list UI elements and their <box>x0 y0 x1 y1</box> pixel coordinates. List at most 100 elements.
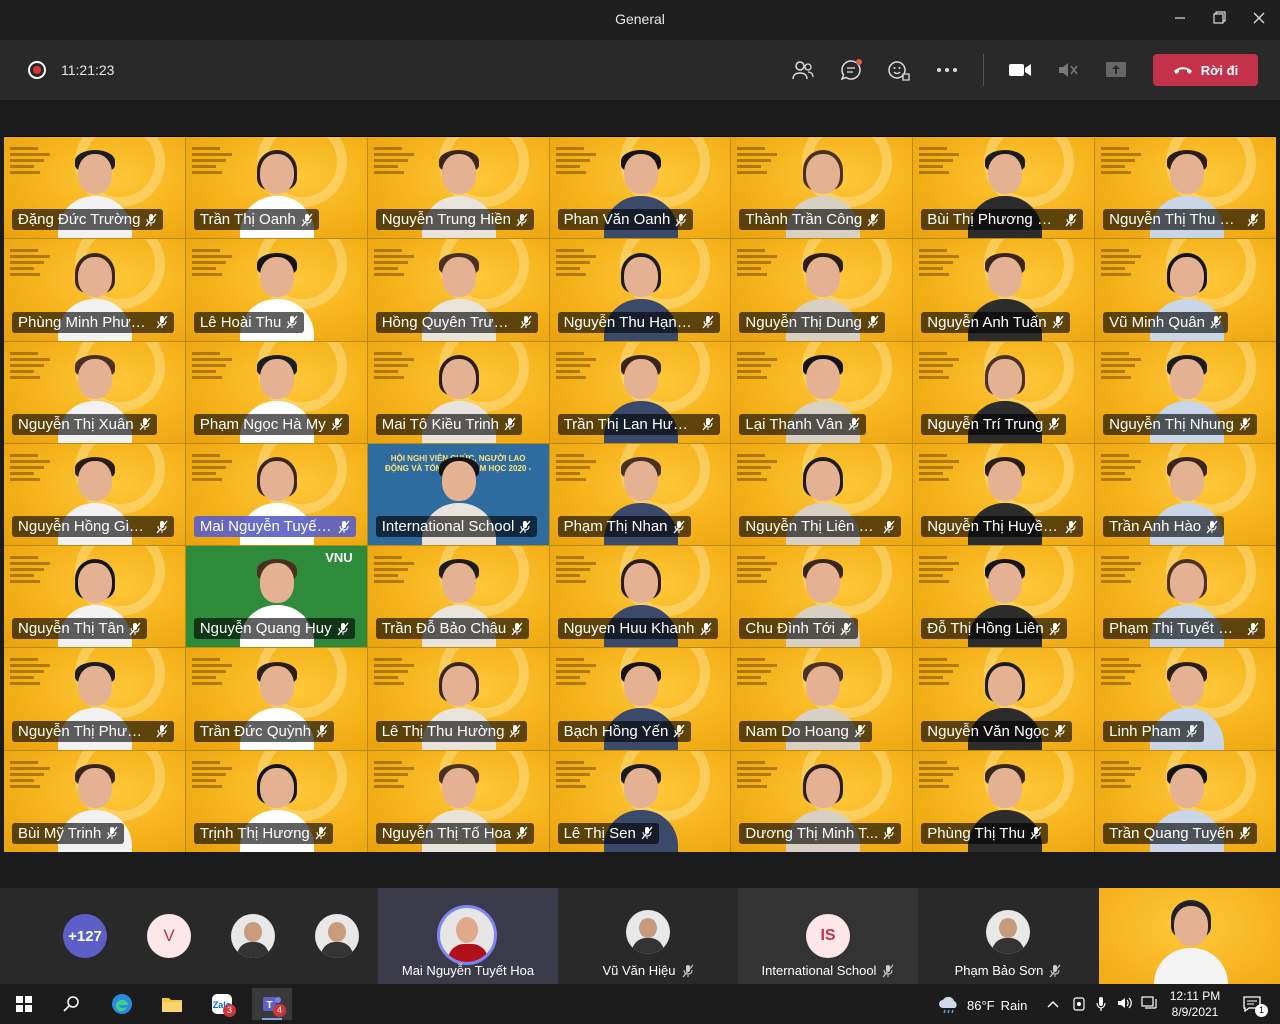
video-tile[interactable]: Phạm Ngọc Hà My <box>185 341 367 443</box>
microphone-tray-button[interactable] <box>1096 996 1106 1015</box>
leave-button[interactable]: Rời đi <box>1153 54 1258 86</box>
video-tile[interactable]: Nguyễn Thu Hạnh ... <box>549 239 731 341</box>
conference-banner-graphic <box>555 147 596 187</box>
video-tile[interactable]: Trần Anh Hào <box>1095 443 1276 546</box>
folder-icon <box>162 998 182 1012</box>
show-hidden-icons-button[interactable] <box>1047 996 1059 1011</box>
taskbar-clock[interactable]: 12:11 PM 8/9/2021 <box>1165 988 1225 1020</box>
video-tile[interactable]: Linh Pham <box>1095 648 1276 750</box>
conference-banner-graphic <box>737 453 778 494</box>
video-tile[interactable]: Bùi Mỹ Trinh <box>4 750 185 852</box>
video-tile[interactable]: Nguyễn Văn Ngọc <box>913 648 1095 750</box>
video-tile[interactable]: Nam Do Hoang <box>731 648 913 750</box>
video-tile[interactable]: Trần Đức Quỳnh <box>185 648 367 750</box>
video-tile[interactable]: Nguyễn Hồng Giang <box>4 443 185 546</box>
self-view-video[interactable] <box>1099 888 1280 984</box>
file-explorer-taskbar-button[interactable] <box>152 988 192 1020</box>
start-button[interactable] <box>4 988 44 1020</box>
video-tile[interactable]: Đặng Đức Trường <box>4 137 185 239</box>
video-tile[interactable]: Mai Tô Kiều Trinh <box>367 341 549 443</box>
mic-off-icon <box>848 417 860 431</box>
camera-button[interactable] <box>1005 55 1035 85</box>
video-grid: Đặng Đức Trường Trần Thị Oanh Nguyễn Trung… <box>4 137 1276 852</box>
avatar-participant-photo[interactable] <box>231 914 275 958</box>
video-tile[interactable]: Trịnh Thị Hương <box>185 750 367 852</box>
video-tile[interactable]: Bạch Hồng Yến <box>549 648 731 750</box>
participant-name-label: Lê Hoài Thu <box>193 311 305 333</box>
avatar-v[interactable]: V <box>147 914 191 958</box>
video-tile[interactable]: Nguyễn Thị Phượng <box>4 648 185 750</box>
video-tile[interactable]: Nguyễn Trí Trung <box>913 341 1095 443</box>
video-tile[interactable]: Nguyễn Thị Tố Hoa <box>367 750 549 852</box>
video-tile[interactable]: Hồng Quyên Trương <box>367 239 549 341</box>
video-tile[interactable]: Phùng Thị Thu <box>913 750 1095 852</box>
participant-name-label: Nguyễn Thị Dung <box>739 311 885 333</box>
video-tile[interactable]: Chu Đình Tới <box>731 546 913 648</box>
mic-off-icon <box>1049 964 1061 977</box>
video-tile[interactable]: Trần Quang Tuyến <box>1095 750 1276 852</box>
video-tile[interactable]: Lê Hoài Thu <box>185 239 367 341</box>
video-tile[interactable]: Nguyễn Trung Hiền <box>367 137 549 239</box>
active-speaker-card[interactable]: Mai Nguyễn Tuyết Hoa <box>378 888 558 984</box>
device-tray-button[interactable] <box>1072 996 1086 1015</box>
overflow-participants-button[interactable]: +127 <box>63 914 107 958</box>
participant-name: Nam Do Hoang <box>745 722 849 740</box>
video-tile[interactable]: Nguyễn Thị Tân <box>4 546 185 648</box>
video-tile[interactable]: VNU Nguyễn Quang Huy <box>185 546 367 648</box>
video-tile[interactable]: Lê Thị Thu Hường <box>367 648 549 750</box>
more-actions-button[interactable] <box>932 55 962 85</box>
video-tile[interactable]: Phạm Thị Nhan <box>549 443 731 546</box>
mic-off-icon <box>139 417 151 431</box>
video-tile[interactable]: Đỗ Thị Hồng Liên <box>913 546 1095 648</box>
video-tile[interactable]: Nguyễn Thị Thu H... <box>1095 137 1276 239</box>
participant-name: Mai Tô Kiều Trinh <box>381 415 499 433</box>
video-tile[interactable]: Nguyen Huu Khanh <box>549 546 731 648</box>
edge-taskbar-button[interactable] <box>102 988 142 1020</box>
participant-card-3[interactable]: IS International School <box>738 888 918 984</box>
video-tile[interactable]: Thành Trần Công <box>731 137 913 239</box>
video-tile[interactable]: HỘI NGHỊ VIÊN CHỨC, NGƯỜI LAO ĐỘNG VÀ TỔ… <box>367 443 549 546</box>
video-tile[interactable]: Trần Thị Lan Hương <box>549 341 731 443</box>
participant-3-avatar: IS <box>806 914 850 958</box>
video-tile[interactable]: Nguyễn Thị Xuân <box>4 341 185 443</box>
participant-card-4[interactable]: Phạm Bảo Sơn <box>918 888 1098 984</box>
video-tile[interactable]: Phan Văn Oanh <box>549 137 731 239</box>
video-tile[interactable]: Phạm Thị Tuyết Mai <box>1095 546 1276 648</box>
participant-name-label: International School <box>375 516 538 538</box>
search-button[interactable] <box>52 988 92 1020</box>
chat-button[interactable] <box>836 55 866 85</box>
video-tile[interactable]: Mai Nguyễn Tuyết H... <box>185 443 367 546</box>
conference-banner-graphic <box>555 351 596 392</box>
video-tile[interactable]: Lại Thanh Vân <box>731 341 913 443</box>
video-tile[interactable]: Nguyễn Thị Liên H... <box>731 443 913 546</box>
weather-widget[interactable]: 86°F Rain <box>937 996 1027 1014</box>
video-tile[interactable]: Vũ Minh Quân <box>1095 239 1276 341</box>
video-tile[interactable]: Nguyễn Thị Dung <box>731 239 913 341</box>
video-tile[interactable]: Phùng Minh Phươ... <box>4 239 185 341</box>
reactions-button[interactable] <box>884 55 914 85</box>
video-tile[interactable]: Dương Thị Minh T... <box>731 750 913 852</box>
notifications-button[interactable]: 1 <box>1232 988 1272 1020</box>
video-tile[interactable]: Nguyễn Thị Nhung <box>1095 341 1276 443</box>
video-tile[interactable]: Bùi Thị Phương Lan <box>913 137 1095 239</box>
participant-name-label: Trần Đức Quỳnh <box>193 720 335 742</box>
share-screen-button[interactable] <box>1101 55 1131 85</box>
video-tile[interactable]: Trần Đỗ Bảo Châu <box>367 546 549 648</box>
conference-banner-graphic <box>919 658 960 698</box>
mic-button[interactable] <box>1053 55 1083 85</box>
participant-name: Vũ Minh Quân <box>1109 313 1206 331</box>
video-tile[interactable]: Nguyễn Thị Huyền... <box>913 443 1095 546</box>
close-button[interactable] <box>1244 8 1274 32</box>
avatar-participant-photo-masked[interactable] <box>315 914 359 958</box>
participants-button[interactable] <box>788 55 818 85</box>
participant-card-2[interactable]: Vũ Văn Hiệu <box>558 888 738 984</box>
video-tile[interactable]: Nguyễn Anh Tuấn <box>913 239 1095 341</box>
volume-button[interactable] <box>1117 996 1133 1013</box>
minimize-button[interactable] <box>1165 8 1195 32</box>
teams-taskbar-button[interactable]: T 4 <box>252 988 292 1020</box>
video-tile[interactable]: Lê Thị Sen <box>549 750 731 852</box>
zalo-taskbar-button[interactable]: Zalo 3 <box>202 988 242 1020</box>
input-method-button[interactable] <box>1141 996 1157 1013</box>
maximize-button[interactable] <box>1204 8 1234 32</box>
video-tile[interactable]: Trần Thị Oanh <box>185 137 367 239</box>
